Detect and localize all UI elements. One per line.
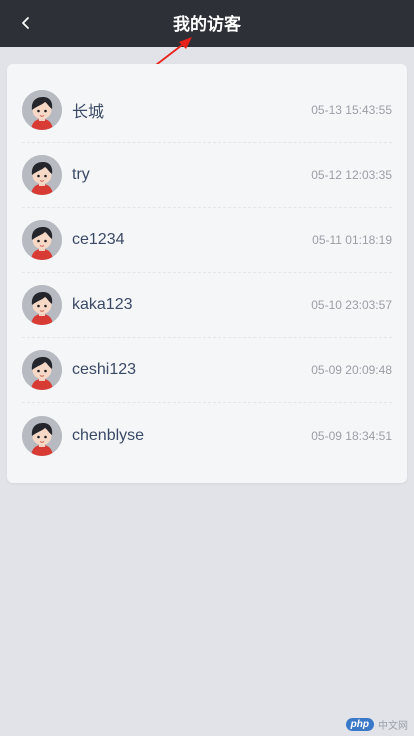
visit-time: 05-09 18:34:51 bbox=[311, 428, 392, 443]
visit-time: 05-12 12:03:35 bbox=[311, 168, 392, 182]
avatar-boy-icon bbox=[22, 350, 62, 390]
visitor-row[interactable]: 长城 05-13 15:43:55 bbox=[22, 78, 392, 143]
visitor-row[interactable]: chenblyse 05-09 18:34:51 bbox=[22, 403, 392, 468]
visit-time: 05-09 20:09:48 bbox=[311, 363, 392, 377]
php-logo: php bbox=[345, 718, 374, 731]
visitor-row[interactable]: ce1234 05-11 01:18:19 bbox=[22, 208, 392, 273]
visit-time: 05-11 01:18:19 bbox=[312, 233, 392, 247]
visitor-name: chenblyse bbox=[72, 426, 145, 444]
chevron-left-icon bbox=[22, 17, 29, 29]
back-button[interactable] bbox=[14, 11, 38, 35]
visitor-row[interactable]: kaka123 05-10 23:03:57 bbox=[22, 273, 392, 338]
page-title: 我的访客 bbox=[173, 15, 241, 35]
avatar-boy-icon bbox=[22, 155, 62, 195]
visit-time: 05-10 23:03:57 bbox=[311, 298, 392, 312]
visitor-list: 长城 05-13 15:43:55 try 05-12 12:03:35 ce1… bbox=[7, 64, 407, 483]
watermark-text: 中文网 bbox=[378, 721, 408, 732]
avatar-boy-icon bbox=[22, 90, 62, 130]
avatar-boy-icon bbox=[22, 220, 62, 260]
visitor-name: 长城 bbox=[72, 104, 105, 121]
visitor-name: try bbox=[72, 166, 90, 183]
visitor-row[interactable]: try 05-12 12:03:35 bbox=[22, 143, 392, 208]
avatar-boy-icon bbox=[22, 285, 62, 325]
top-navbar: 我的访客 bbox=[0, 0, 414, 47]
visitor-name: kaka123 bbox=[72, 296, 133, 313]
visit-time: 05-13 15:43:55 bbox=[311, 103, 392, 117]
visitor-name: ce1234 bbox=[72, 231, 125, 248]
watermark: php 中文网 bbox=[345, 717, 408, 732]
avatar-boy-icon bbox=[22, 415, 62, 456]
visitor-name: ceshi123 bbox=[72, 361, 137, 378]
visitor-row[interactable]: ceshi123 05-09 20:09:48 bbox=[22, 338, 392, 403]
